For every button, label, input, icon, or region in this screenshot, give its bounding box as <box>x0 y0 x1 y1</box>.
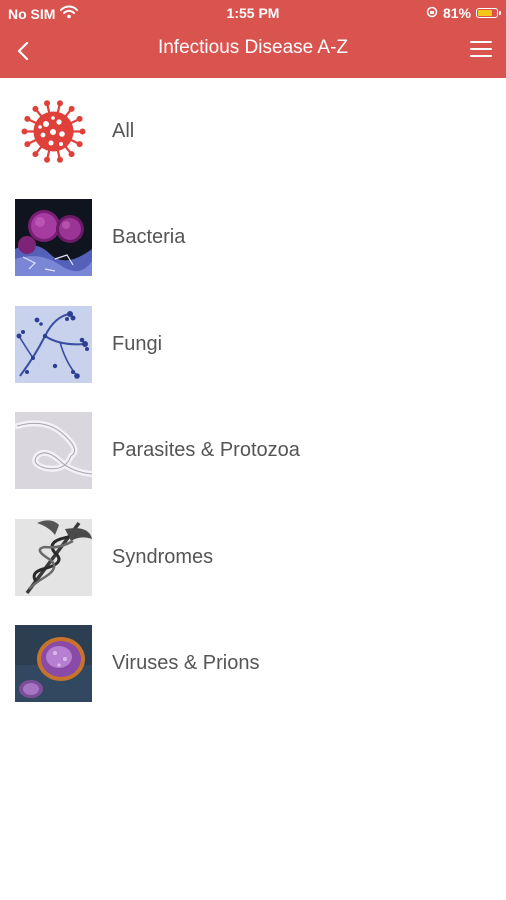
list-item-fungi[interactable]: Fungi <box>0 291 506 398</box>
hamburger-menu-icon <box>470 41 492 43</box>
list-item-parasites[interactable]: Parasites & Protozoa <box>0 398 506 505</box>
list-item-label: Parasites & Protozoa <box>112 439 300 462</box>
parasite-image <box>15 412 92 490</box>
battery-icon <box>476 8 501 18</box>
list-item-label: Syndromes <box>112 545 214 568</box>
status-right: 81% <box>426 5 501 21</box>
virus-spike-tip <box>68 150 75 157</box>
virus-spike-tip <box>24 140 31 147</box>
list-item-viruses[interactable]: Viruses & Prions <box>0 611 506 718</box>
list-item-bacteria[interactable]: Bacteria <box>0 185 506 292</box>
app-header: No SIM 1:55 PM 81% Infectious Disease A-… <box>0 0 506 78</box>
virus-icon <box>15 93 92 170</box>
virus-spike-tip <box>68 105 75 112</box>
screen: No SIM 1:55 PM 81% Infectious Disease A-… <box>0 0 506 900</box>
virus-spike-tip <box>56 99 63 106</box>
virus-spike-tip <box>32 105 39 112</box>
virus-spike-tip <box>24 115 31 122</box>
orientation-lock-icon <box>426 5 438 21</box>
virus-spike-tip <box>76 115 83 122</box>
menu-button[interactable] <box>470 36 496 62</box>
nav-bar: Infectious Disease A-Z <box>0 28 506 78</box>
list-item-all[interactable]: All <box>0 78 506 185</box>
list-item-label: Fungi <box>112 332 163 355</box>
virus-spike-tip <box>44 99 51 106</box>
list-item-syndromes[interactable]: Syndromes <box>0 504 506 611</box>
battery-level-fill <box>478 10 492 16</box>
fungi-image <box>15 305 92 383</box>
status-bar: No SIM 1:55 PM 81% <box>0 0 506 28</box>
caduceus-image <box>15 518 92 596</box>
virus-spike-tip <box>79 128 86 135</box>
bacteria-image <box>15 199 92 277</box>
list-item-label: Viruses & Prions <box>112 652 260 675</box>
virus-spike-tip <box>44 156 51 163</box>
virus-spike-tip <box>76 140 83 147</box>
list-item-label: All <box>112 119 135 142</box>
page-title: Infectious Disease A-Z <box>157 37 349 58</box>
category-list: All Bacteria Fungi Parasites & Protozoa … <box>0 78 506 717</box>
virus-spike-tip <box>56 156 63 163</box>
virus-spike-tip <box>21 128 28 135</box>
virus-particle-image <box>15 625 92 703</box>
virus-spike-tip <box>32 150 39 157</box>
battery-percent: 81% <box>442 5 471 21</box>
list-item-label: Bacteria <box>112 226 186 249</box>
